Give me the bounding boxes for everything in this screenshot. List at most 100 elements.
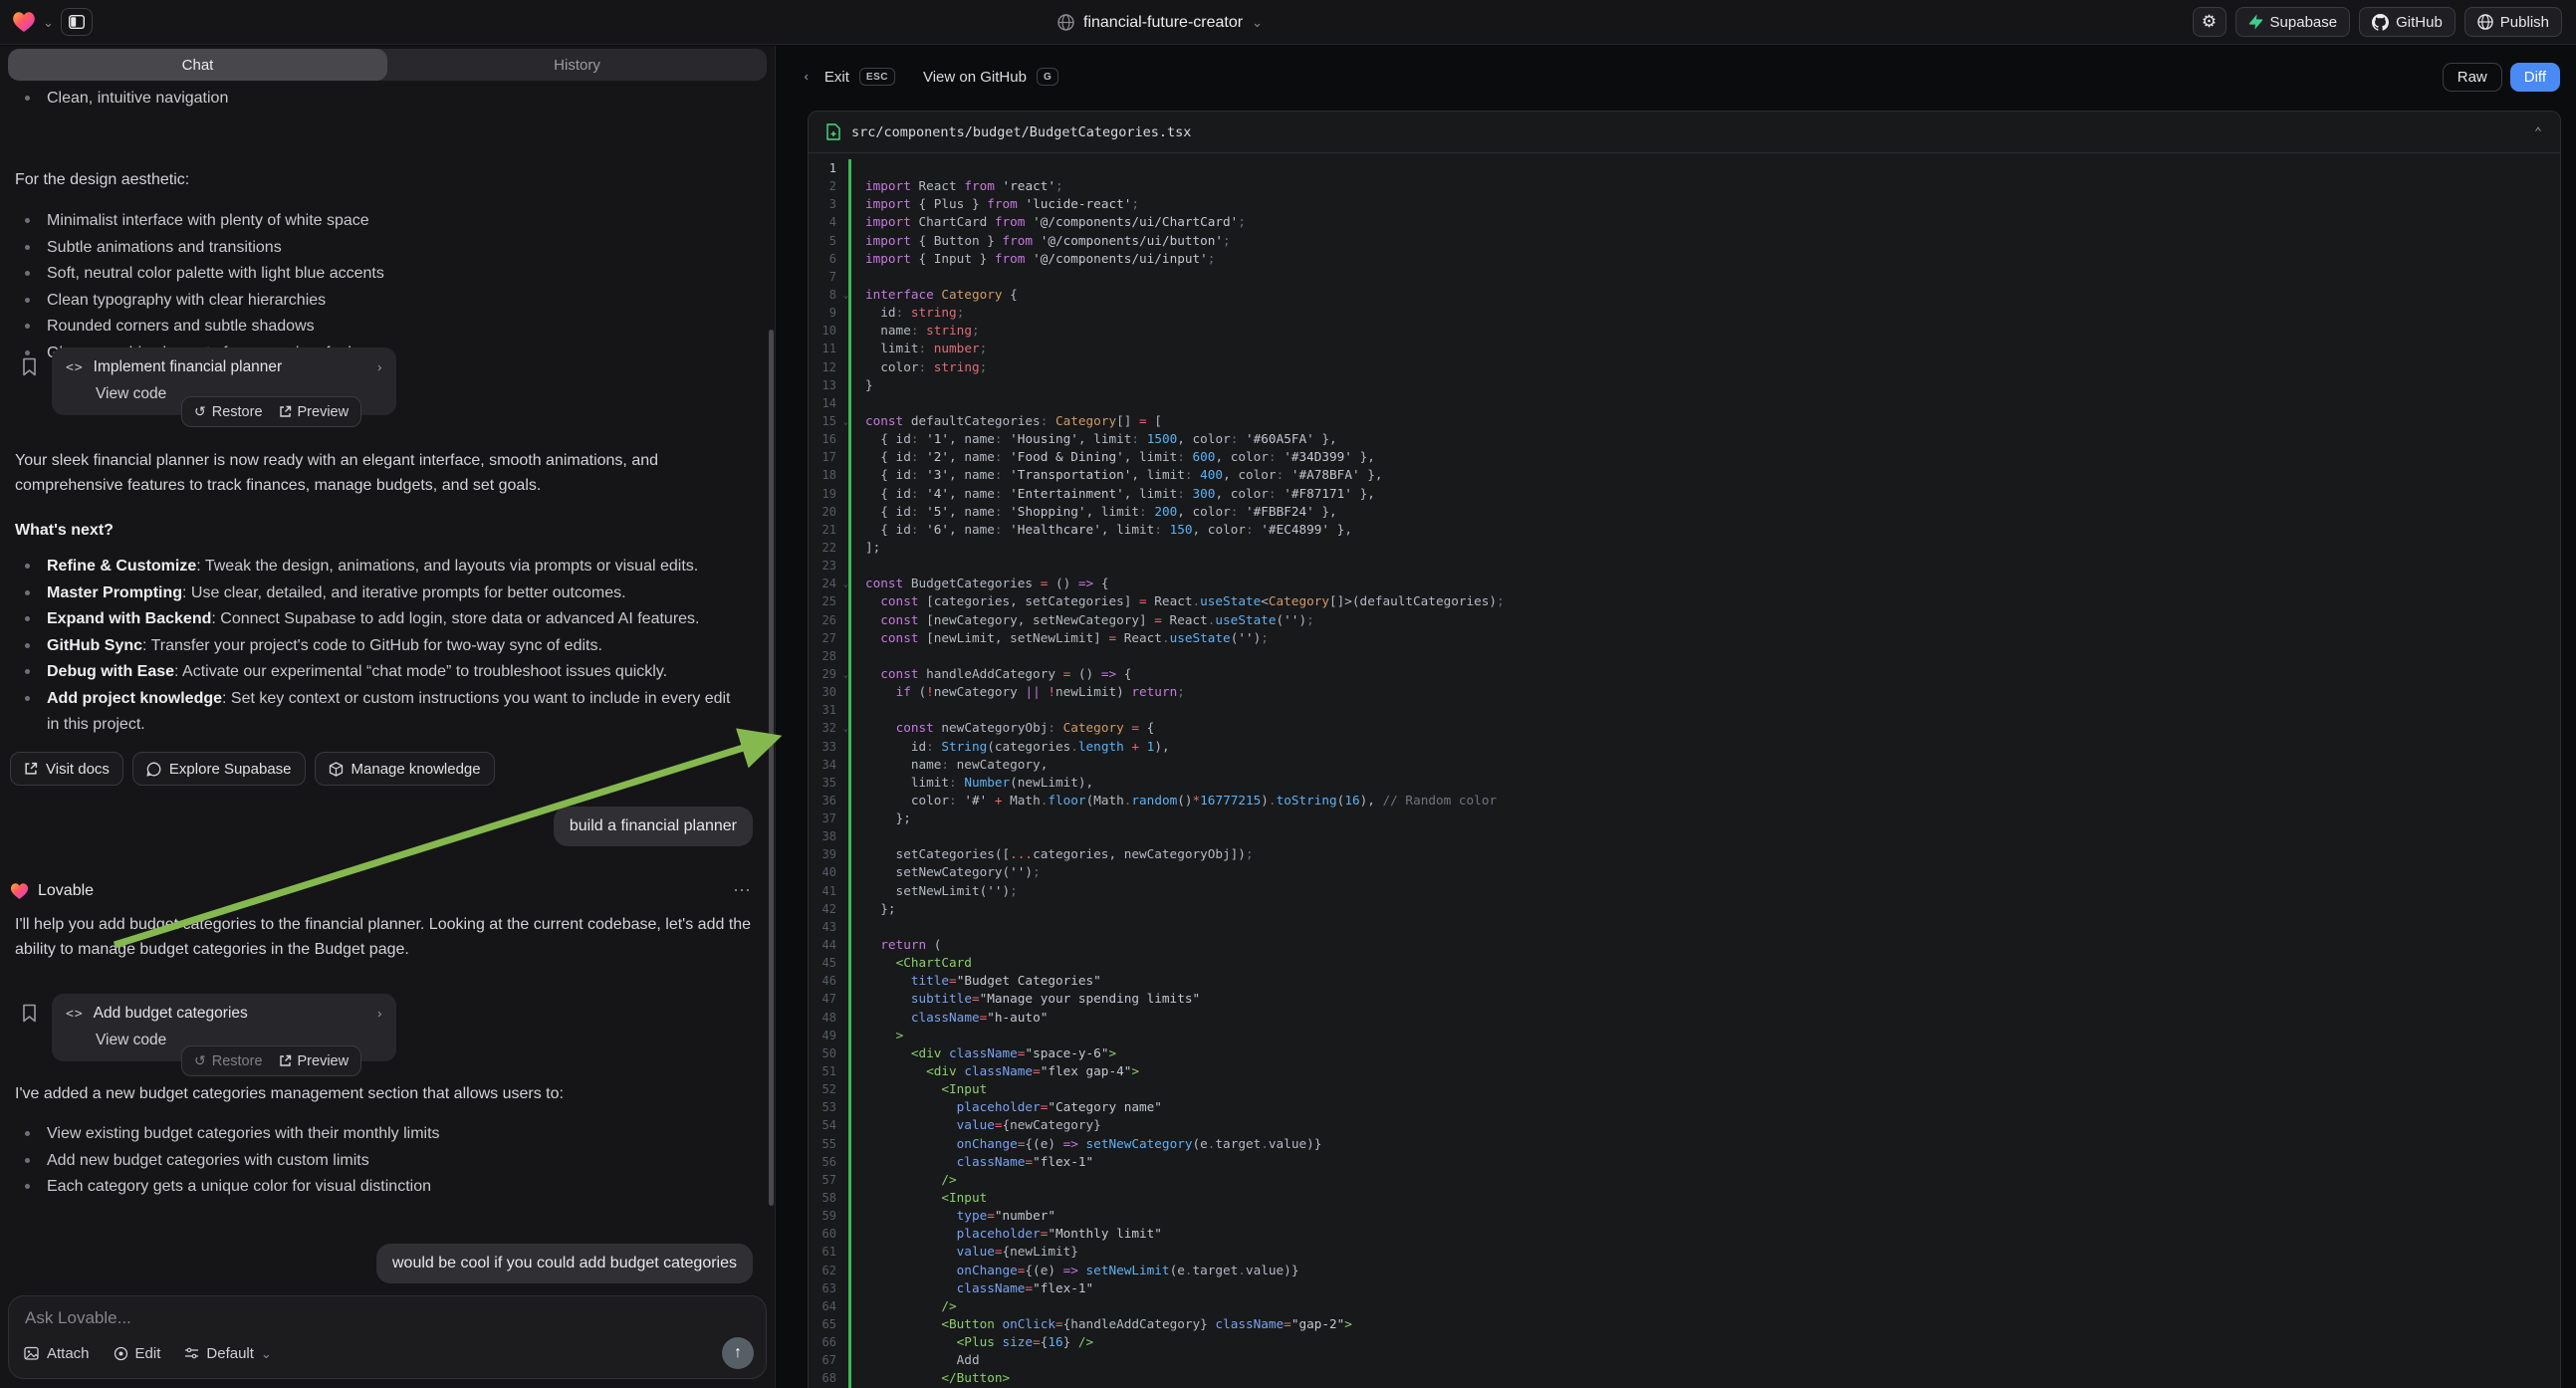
line-number: 53 — [809, 1098, 848, 1116]
code-text: className="flex-1" — [851, 1153, 1093, 1171]
edit-mode-button[interactable]: Edit — [114, 1345, 161, 1362]
code-text: const [newCategory, setNewCategory] = Re… — [851, 611, 1314, 629]
code-text — [851, 647, 865, 665]
code-line: 58 <Input — [809, 1189, 2560, 1207]
chat-scrollbar[interactable] — [769, 330, 774, 1206]
line-number: 49 — [809, 1027, 848, 1044]
line-number: 59 — [809, 1207, 848, 1225]
message-menu-icon[interactable]: ⋯ — [733, 880, 753, 901]
panel-left-icon — [69, 15, 85, 29]
list-item: Soft, neutral color palette with light b… — [25, 261, 775, 288]
visit-docs-button[interactable]: Visit docs — [10, 752, 123, 786]
restore-button[interactable]: ↺ Restore — [194, 1052, 263, 1069]
lovable-heart-logo[interactable] — [12, 11, 36, 33]
code-line: 16 { id: '1', name: 'Housing', limit: 15… — [809, 430, 2560, 448]
line-number: 43 — [809, 918, 848, 936]
list-item-text: Soft, neutral color palette with light b… — [47, 261, 384, 288]
code-line: 31 — [809, 701, 2560, 719]
fold-chevron-icon[interactable]: ⌄ — [843, 720, 848, 738]
line-number: 61 — [809, 1243, 848, 1261]
code-line: 35 limit: Number(newLimit), — [809, 774, 2560, 792]
mode-select[interactable]: Default ⌄ — [184, 1345, 271, 1362]
code-text: import { Plus } from 'lucide-react'; — [851, 195, 1139, 213]
bookmark-icon[interactable] — [22, 357, 37, 376]
preview-button[interactable]: Preview — [279, 404, 350, 420]
arrow-up-icon: ↑ — [734, 1344, 742, 1362]
supabase-button[interactable]: Supabase — [2235, 7, 2351, 37]
file-header[interactable]: src/components/budget/BudgetCategories.t… — [809, 112, 2560, 153]
settings-button[interactable]: ⚙ — [2193, 7, 2226, 37]
fold-chevron-icon[interactable]: ⌄ — [843, 413, 848, 431]
line-number: 68 — [809, 1369, 848, 1387]
exit-button[interactable]: Exit — [824, 69, 849, 86]
line-number: 5 — [809, 232, 848, 250]
target-icon — [114, 1346, 128, 1361]
code-text: setNewCategory(''); — [851, 863, 1041, 881]
line-number: 24⌄ — [809, 575, 848, 592]
bullet-dot — [25, 643, 30, 648]
code-line: 41 setNewLimit(''); — [809, 882, 2560, 900]
collapse-file-icon[interactable]: ⌄ — [2534, 125, 2542, 138]
diff-toggle-button[interactable]: Diff — [2510, 63, 2560, 92]
list-item-text: Refine & Customize: Tweak the design, an… — [47, 554, 698, 580]
code-line: 9 id: string; — [809, 304, 2560, 322]
tab-history[interactable]: History — [387, 49, 767, 81]
code-text: import { Input } from '@/components/ui/i… — [851, 250, 1215, 268]
line-number: 40 — [809, 863, 848, 881]
line-number: 44 — [809, 936, 848, 954]
code-line: 54 value={newCategory} — [809, 1116, 2560, 1134]
code-line: 23 — [809, 557, 2560, 575]
list-item-text: Expand with Backend: Connect Supabase to… — [47, 606, 699, 633]
code-line: 34 name: newCategory, — [809, 756, 2560, 774]
chevron-left-icon[interactable]: ⌄ — [803, 72, 816, 83]
preview-button[interactable]: Preview — [279, 1053, 350, 1069]
fold-chevron-icon[interactable]: ⌄ — [843, 576, 848, 593]
line-number: 2 — [809, 177, 848, 195]
chat-bubble-icon — [146, 762, 161, 777]
code-text: import React from 'react'; — [851, 177, 1063, 195]
project-switcher[interactable]: financial-future-creator ⌄ — [1057, 0, 1263, 45]
edit-card-title: Add budget categories — [94, 1005, 248, 1023]
line-number: 22 — [809, 539, 848, 557]
code-text: const [newLimit, setNewLimit] = React.us… — [851, 629, 1269, 647]
view-on-github-link[interactable]: View on GitHub — [923, 69, 1027, 86]
fold-chevron-icon[interactable]: ⌄ — [843, 666, 848, 684]
lovable-heart-icon — [10, 882, 29, 900]
chat-input[interactable] — [25, 1308, 750, 1328]
explore-supabase-button[interactable]: Explore Supabase — [132, 752, 306, 786]
tab-chat[interactable]: Chat — [8, 49, 387, 81]
list-item: Debug with Ease: Activate our experiment… — [25, 659, 775, 686]
bookmark-icon[interactable] — [22, 1004, 37, 1023]
bullet-dot — [25, 245, 30, 250]
line-number: 25 — [809, 592, 848, 610]
user-message-chip: would be cool if you could add budget ca… — [376, 1244, 753, 1283]
line-number: 30 — [809, 683, 848, 701]
code-line: 13} — [809, 376, 2560, 394]
line-number: 14 — [809, 394, 848, 412]
bullet-dot — [25, 696, 30, 701]
topbar: ⌄ financial-future-creator ⌄ ⚙ — [0, 0, 2576, 45]
code-text: color: '#' + Math.floor(Math.random()*16… — [851, 792, 1497, 810]
code-text: > — [851, 1027, 903, 1044]
raw-toggle-button[interactable]: Raw — [2443, 63, 2502, 92]
code-line: 19 { id: '4', name: 'Entertainment', lim… — [809, 485, 2560, 503]
line-number: 66 — [809, 1333, 848, 1351]
attach-button[interactable]: Attach — [24, 1345, 90, 1362]
publish-button[interactable]: Publish — [2464, 7, 2562, 37]
assistant-help-text: I'll help you add budget categories to t… — [15, 912, 757, 962]
fold-chevron-icon[interactable]: ⌄ — [843, 287, 848, 305]
line-number: 38 — [809, 827, 848, 845]
toggle-sidebar-button[interactable] — [61, 8, 93, 36]
code-text: color: string; — [851, 358, 987, 376]
code-text: value={newLimit} — [851, 1243, 1078, 1261]
esc-key-badge: ESC — [859, 68, 895, 86]
send-button[interactable]: ↑ — [722, 1337, 754, 1369]
workspace-chevron-down-icon[interactable]: ⌄ — [43, 16, 54, 29]
code-line: 50 <div className="space-y-6"> — [809, 1044, 2560, 1062]
manage-knowledge-button[interactable]: Manage knowledge — [315, 752, 495, 786]
code-text: <Button onClick={handleAddCategory} clas… — [851, 1315, 1352, 1333]
code-line: 38 — [809, 827, 2560, 845]
quick-actions-row: Visit docs Explore Supabase Manage knowl… — [10, 752, 495, 786]
github-button[interactable]: GitHub — [2359, 7, 2456, 37]
restore-button[interactable]: ↺ Restore — [194, 403, 263, 420]
